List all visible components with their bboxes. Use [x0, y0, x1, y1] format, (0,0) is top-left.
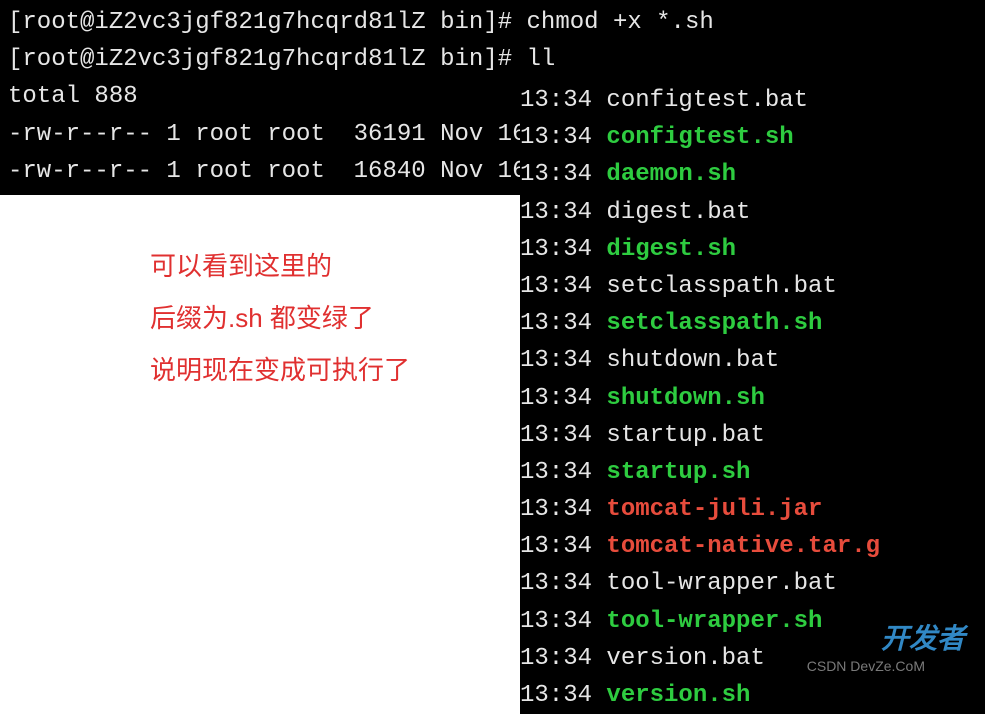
file-name: tool-wrapper.bat — [606, 570, 836, 597]
file-row: 13:34 version.sh — [520, 677, 982, 714]
file-name: setclasspath.bat — [606, 273, 836, 300]
file-row: 13:34 digest.sh — [520, 231, 982, 268]
file-time: 13:34 — [520, 87, 606, 114]
file-row: 13:34 daemon.sh — [520, 156, 982, 193]
file-time: 13:34 — [520, 310, 606, 337]
file-name: configtest.sh — [606, 124, 793, 151]
file-name: version.sh — [606, 682, 750, 709]
file-row: 13:34 tool-wrapper.bat — [520, 565, 982, 602]
file-time: 13:34 — [520, 199, 606, 226]
file-time: 13:34 — [520, 385, 606, 412]
file-time: 13:34 — [520, 570, 606, 597]
prompt-symbol: # — [498, 46, 512, 73]
file-time: 13:34 — [520, 236, 606, 263]
prompt-line-2[interactable]: [root@iZ2vc3jgf821g7hcqrd81lZ bin]# ll — [8, 41, 977, 78]
file-name: shutdown.bat — [606, 347, 779, 374]
file-time: 13:34 — [520, 645, 606, 672]
file-name: tool-wrapper.sh — [606, 608, 822, 635]
file-row: 13:34 shutdown.sh — [520, 380, 982, 417]
prompt-symbol: # — [498, 9, 512, 36]
annotation-line-2: 后缀为.sh 都变绿了 — [150, 292, 410, 344]
annotation-line-3: 说明现在变成可执行了 — [150, 344, 410, 396]
file-row: 13:34 configtest.sh — [520, 119, 982, 156]
file-time: 13:34 — [520, 496, 606, 523]
file-time: 13:34 — [520, 161, 606, 188]
file-row: 13:34 startup.sh — [520, 454, 982, 491]
file-time: 13:34 — [520, 459, 606, 486]
prompt-host: iZ2vc3jgf821g7hcqrd81lZ — [94, 9, 425, 36]
file-time: 13:34 — [520, 347, 606, 374]
file-time: 13:34 — [520, 682, 606, 709]
file-time: 13:34 — [520, 273, 606, 300]
file-row: 13:34 setclasspath.bat — [520, 268, 982, 305]
file-name: startup.sh — [606, 459, 750, 486]
file-name: configtest.bat — [606, 87, 808, 114]
file-row: 13:34 shutdown.bat — [520, 342, 982, 379]
file-name: digest.sh — [606, 236, 736, 263]
prompt-user: root — [22, 9, 80, 36]
file-name: version.bat — [606, 645, 764, 672]
file-name: tomcat-juli.jar — [606, 496, 822, 523]
annotation-overlay: 可以看到这里的 后缀为.sh 都变绿了 说明现在变成可执行了 — [150, 240, 410, 396]
file-name: tomcat-native.tar.g — [606, 533, 880, 560]
watermark-brand: 开发者 — [881, 617, 965, 660]
prompt-cwd: bin — [440, 46, 483, 73]
watermark-sub: CSDN DevZe.CoM — [807, 656, 925, 678]
file-name: daemon.sh — [606, 161, 736, 188]
file-row: 13:34 configtest.bat — [520, 82, 982, 119]
file-name: digest.bat — [606, 199, 750, 226]
file-name: shutdown.sh — [606, 385, 764, 412]
prompt-host: iZ2vc3jgf821g7hcqrd81lZ — [94, 46, 425, 73]
file-time: 13:34 — [520, 608, 606, 635]
prompt-cwd: bin — [440, 9, 483, 36]
annotation-line-1: 可以看到这里的 — [150, 240, 410, 292]
file-time: 13:34 — [520, 422, 606, 449]
file-time: 13:34 — [520, 124, 606, 151]
file-row: 13:34 tomcat-native.tar.g — [520, 528, 982, 565]
file-row: 13:34 tomcat-juli.jar — [520, 491, 982, 528]
file-name: setclasspath.sh — [606, 310, 822, 337]
file-row: 13:34 startup.bat — [520, 417, 982, 454]
prompt-user: root — [22, 46, 80, 73]
file-time: 13:34 — [520, 533, 606, 560]
prompt-line-1[interactable]: [root@iZ2vc3jgf821g7hcqrd81lZ bin]# chmo… — [8, 4, 977, 41]
file-row: 13:34 setclasspath.sh — [520, 305, 982, 342]
command-1: chmod +x *.sh — [527, 9, 714, 36]
command-2: ll — [527, 46, 556, 73]
file-row: 13:34 digest.bat — [520, 194, 982, 231]
file-name: startup.bat — [606, 422, 764, 449]
